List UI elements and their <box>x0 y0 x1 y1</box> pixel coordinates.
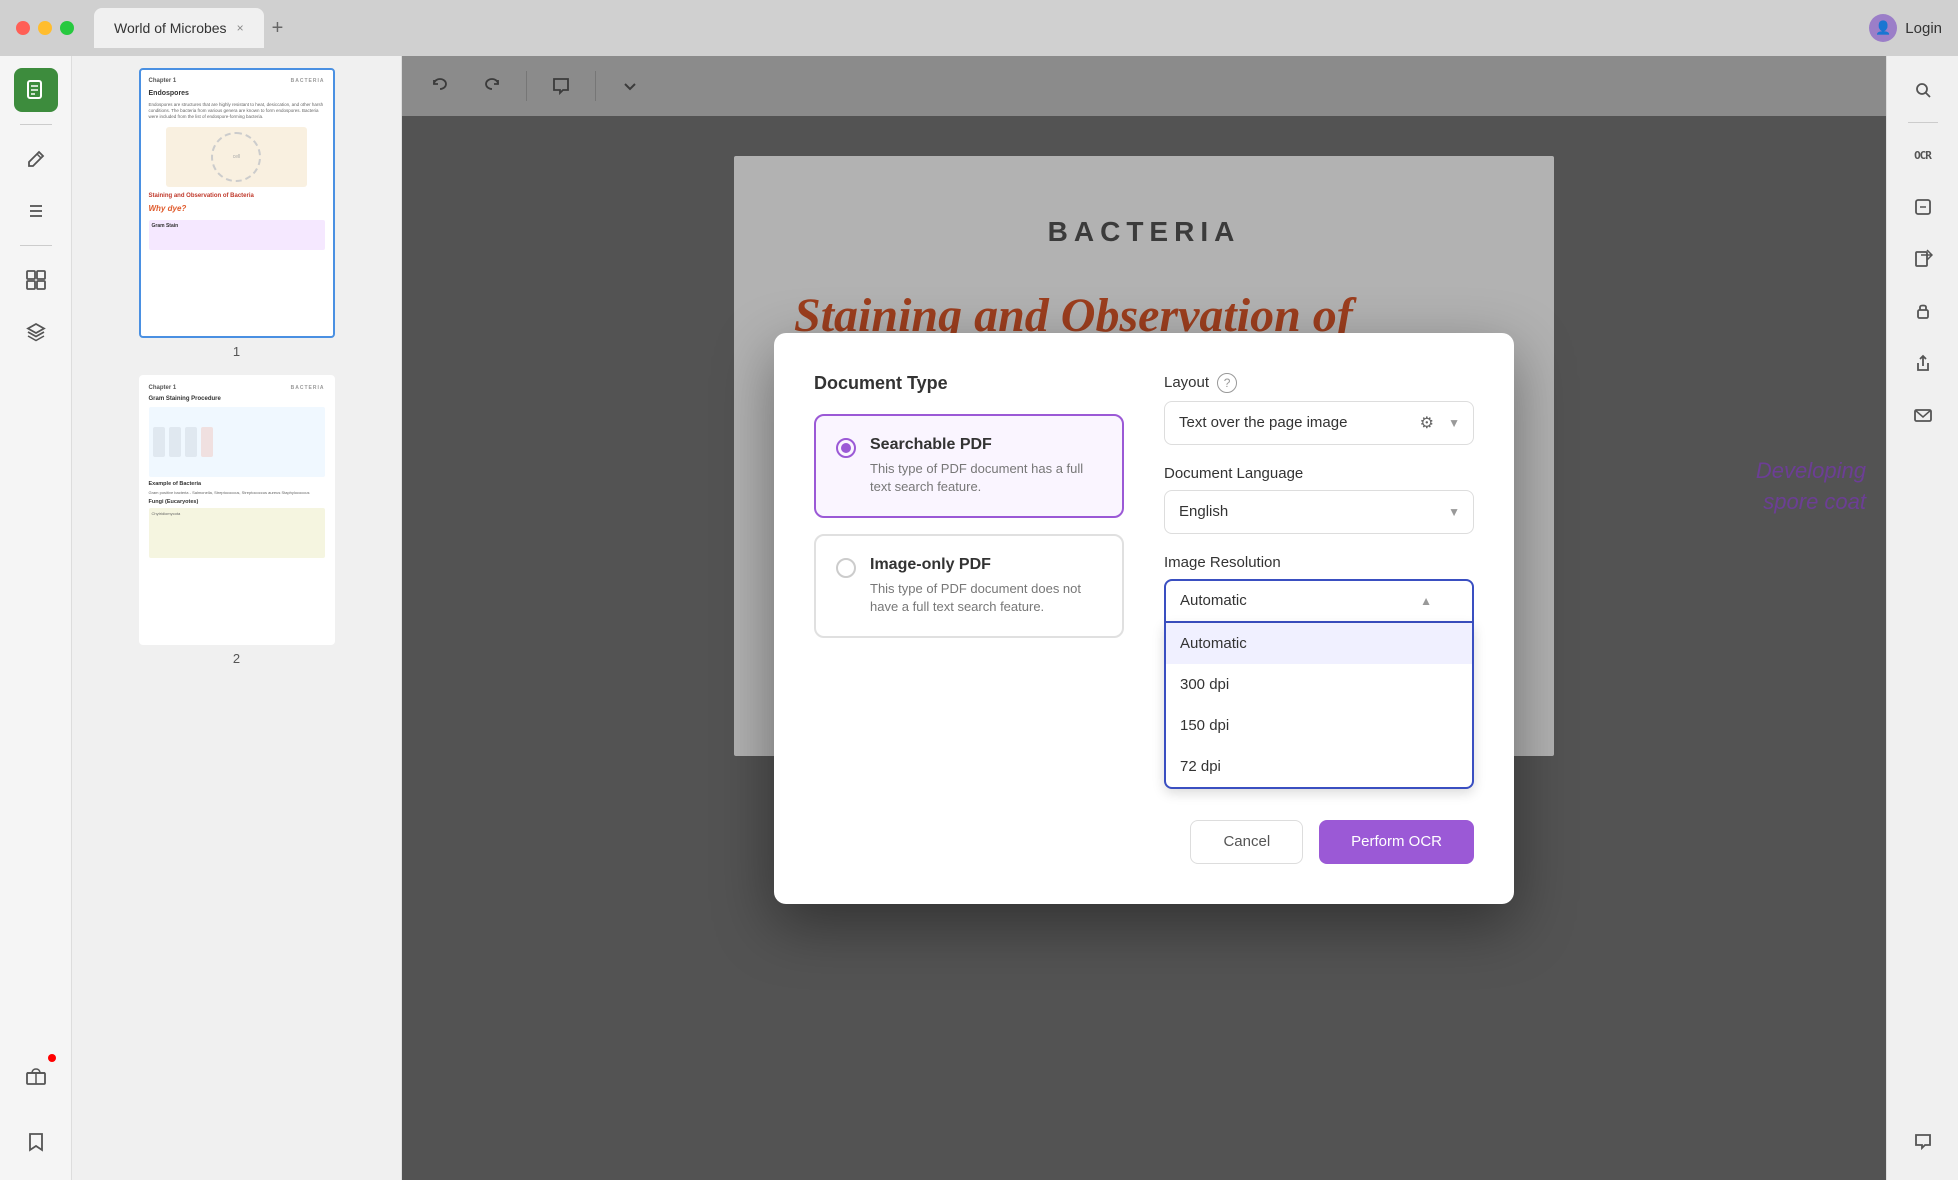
main-content-area: BACTERIA Staining and Observation of Bac… <box>402 56 1886 1180</box>
resolution-dropdown-arrow: ▲ <box>1420 594 1432 608</box>
ocr-dialog: Document Type Searchable PDF This type o… <box>774 333 1514 904</box>
resolution-option-72dpi[interactable]: 72 dpi <box>1166 746 1472 787</box>
layout-select-wrapper: Text over the page image ▼ ⚙ <box>1164 401 1474 445</box>
searchable-pdf-desc: This type of PDF document has a full tex… <box>870 460 1102 496</box>
layout-settings-icon[interactable]: ⚙ <box>1420 413 1434 433</box>
login-button[interactable]: 👤 Login <box>1869 14 1942 42</box>
thumbnail-panel[interactable]: Chapter 1 BACTERIA Endospores Endospores… <box>72 56 402 1180</box>
resolution-label: Image Resolution <box>1164 554 1474 571</box>
radio-inner <box>841 443 851 453</box>
sidebar-item-list[interactable] <box>14 189 58 233</box>
maximize-button[interactable] <box>60 21 74 35</box>
perform-ocr-button[interactable]: Perform OCR <box>1319 820 1474 864</box>
searchable-pdf-info: Searchable PDF This type of PDF document… <box>870 436 1102 496</box>
app-body: Chapter 1 BACTERIA Endospores Endospores… <box>0 56 1958 1180</box>
titlebar: World of Microbes × + 👤 Login <box>0 0 1958 56</box>
search-icon[interactable] <box>1901 68 1945 112</box>
thumb-content-1: Chapter 1 BACTERIA Endospores Endospores… <box>141 70 333 336</box>
language-select[interactable]: English <box>1164 490 1474 534</box>
lock-icon[interactable] <box>1901 289 1945 333</box>
sidebar-item-bookmark[interactable] <box>14 1120 58 1164</box>
language-select-wrapper: English ▼ <box>1164 490 1474 534</box>
sidebar-item-layers[interactable] <box>14 310 58 354</box>
layout-label: Layout ? <box>1164 373 1474 393</box>
searchable-pdf-name: Searchable PDF <box>870 436 1102 454</box>
sidebar-divider-2 <box>20 245 52 246</box>
image-only-pdf-desc: This type of PDF document does not have … <box>870 580 1102 616</box>
active-tab[interactable]: World of Microbes × <box>94 8 264 48</box>
image-only-pdf-card[interactable]: Image-only PDF This type of PDF document… <box>814 534 1124 638</box>
resolution-option-150dpi[interactable]: 150 dpi <box>1166 705 1472 746</box>
image-only-pdf-name: Image-only PDF <box>870 556 1102 574</box>
login-label: Login <box>1905 20 1942 37</box>
language-label: Document Language <box>1164 465 1474 482</box>
sidebar-divider-1 <box>20 124 52 125</box>
searchable-radio[interactable] <box>836 438 856 458</box>
document-type-label: Document Type <box>814 373 1124 394</box>
sidebar-item-gift[interactable] <box>14 1052 58 1096</box>
thumb-content-2: Chapter 1 BACTERIA Gram Staining Procedu… <box>141 377 333 643</box>
share-icon[interactable] <box>1901 341 1945 385</box>
thumb-image-1[interactable]: Chapter 1 BACTERIA Endospores Endospores… <box>139 68 335 338</box>
window-controls <box>16 21 74 35</box>
thumb-image-2[interactable]: Chapter 1 BACTERIA Gram Staining Procedu… <box>139 375 335 645</box>
thumbnail-page-1[interactable]: Chapter 1 BACTERIA Endospores Endospores… <box>84 68 389 359</box>
resolution-dropdown[interactable]: Automatic ▲ Automatic 300 dpi <box>1164 579 1474 623</box>
dialog-actions: Cancel Perform OCR <box>814 820 1474 864</box>
notification-badge <box>48 1054 56 1062</box>
scan-icon[interactable] <box>1901 185 1945 229</box>
mail-icon[interactable] <box>1901 393 1945 437</box>
ocr-icon[interactable]: OCR <box>1901 133 1945 177</box>
dialog-left: Document Type Searchable PDF This type o… <box>814 373 1124 796</box>
new-tab-button[interactable]: + <box>272 17 284 40</box>
comment-panel-icon[interactable] <box>1901 1120 1945 1164</box>
resolution-option-automatic[interactable]: Automatic <box>1166 623 1472 664</box>
dialog-right: Layout ? Text over the page image ▼ ⚙ <box>1164 373 1474 796</box>
sidebar-item-document[interactable] <box>14 68 58 112</box>
thumb-label-2: 2 <box>233 651 240 666</box>
language-row: Document Language English ▼ <box>1164 465 1474 534</box>
cancel-button[interactable]: Cancel <box>1190 820 1303 864</box>
document-export-icon[interactable] <box>1901 237 1945 281</box>
sidebar-icons <box>0 56 72 1180</box>
tab-title: World of Microbes <box>114 20 227 36</box>
resolution-dropdown-list: Automatic 300 dpi 150 dpi <box>1164 623 1474 789</box>
avatar: 👤 <box>1869 14 1897 42</box>
image-only-radio[interactable] <box>836 558 856 578</box>
layout-help-icon[interactable]: ? <box>1217 373 1237 393</box>
tab-bar: World of Microbes × + <box>94 8 1869 48</box>
right-toolbar-divider-1 <box>1908 122 1938 123</box>
resolution-trigger[interactable]: Automatic ▲ <box>1164 579 1474 623</box>
resolution-current-value: Automatic <box>1180 592 1247 609</box>
sidebar-item-brush[interactable] <box>14 137 58 181</box>
minimize-button[interactable] <box>38 21 52 35</box>
searchable-pdf-card[interactable]: Searchable PDF This type of PDF document… <box>814 414 1124 518</box>
layout-row: Layout ? Text over the page image ▼ ⚙ <box>1164 373 1474 445</box>
close-button[interactable] <box>16 21 30 35</box>
resolution-row: Image Resolution Automatic ▲ Automatic <box>1164 554 1474 623</box>
tab-close-button[interactable]: × <box>237 21 244 35</box>
dialog-overlay: Document Type Searchable PDF This type o… <box>402 56 1886 1180</box>
right-toolbar: OCR <box>1886 56 1958 1180</box>
thumb-label-1: 1 <box>233 344 240 359</box>
image-only-pdf-info: Image-only PDF This type of PDF document… <box>870 556 1102 616</box>
sidebar-item-pages[interactable] <box>14 258 58 302</box>
dialog-columns: Document Type Searchable PDF This type o… <box>814 373 1474 796</box>
thumbnail-page-2[interactable]: Chapter 1 BACTERIA Gram Staining Procedu… <box>84 375 389 666</box>
resolution-option-300dpi[interactable]: 300 dpi <box>1166 664 1472 705</box>
